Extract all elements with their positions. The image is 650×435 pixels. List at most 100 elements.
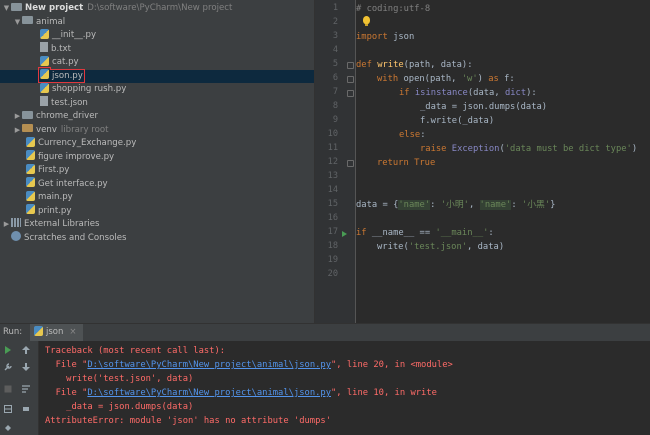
code-text: json — [387, 32, 415, 42]
soft-wrap-icon[interactable] — [22, 385, 30, 393]
code-text: f.write(_data) — [420, 116, 495, 126]
folder-icon — [11, 2, 22, 11]
python-file-icon — [26, 150, 35, 160]
code-line-7: if isinstance(data, dict): — [399, 86, 537, 100]
string: 'test.json' — [408, 242, 468, 252]
line-number: 9 — [332, 115, 338, 125]
expand-arrow-icon[interactable]: ▼ — [2, 2, 11, 16]
collapse-arrow-icon[interactable]: ▶ — [2, 218, 11, 232]
run-tab-json[interactable]: json × — [30, 324, 83, 341]
string: 'w' — [461, 74, 478, 84]
line-number: 1 — [332, 3, 338, 13]
tree-folder-chrome-driver[interactable]: ▶ chrome_driver — [0, 110, 314, 124]
function-name: write — [377, 60, 404, 70]
tree-file[interactable]: print.py — [0, 204, 314, 219]
code-text: (path, data): — [403, 60, 473, 70]
collapse-arrow-icon[interactable]: ▶ — [13, 110, 22, 124]
fold-marker-icon[interactable] — [347, 90, 354, 97]
tree-file[interactable]: Currency_Exchange.py — [0, 136, 314, 151]
tree-file[interactable]: main.py — [0, 190, 314, 205]
tree-file-selected[interactable]: json.py — [0, 68, 314, 83]
fold-marker-icon[interactable] — [347, 76, 354, 83]
root-path: D:\software\PyCharm\New project — [87, 3, 233, 13]
line-number: 15 — [327, 199, 338, 209]
string-key: 'name' — [479, 200, 512, 210]
builtin: dict — [504, 88, 527, 98]
tree-file[interactable]: shopping rush.py — [0, 82, 314, 97]
tree-file[interactable]: cat.py — [0, 55, 314, 70]
tree-item-label: __init__.py — [52, 30, 97, 40]
scroll-down-icon[interactable] — [22, 363, 30, 371]
line-number: 17 — [327, 227, 338, 237]
file-link[interactable]: D:\software\PyCharm\New project\animal\j… — [87, 388, 331, 398]
layout-icon[interactable] — [4, 405, 12, 413]
line-number: 8 — [332, 101, 338, 111]
line-number: 19 — [327, 255, 338, 265]
collapse-arrow-icon[interactable]: ▶ — [13, 124, 22, 138]
tree-item-label: First.py — [38, 165, 70, 175]
wrench-icon[interactable] — [4, 363, 12, 371]
print-icon[interactable] — [22, 405, 30, 413]
highlight-box: json.py — [38, 68, 85, 83]
code-text: : — [488, 228, 494, 238]
python-file-icon — [26, 177, 35, 187]
code-line-18: write('test.json', data) — [377, 240, 504, 254]
line-number: 4 — [332, 45, 338, 55]
tree-root[interactable]: ▼ New project D:\software\PyCharm\New proj… — [0, 2, 314, 16]
tree-folder-venv[interactable]: ▶ venv library root — [0, 124, 314, 138]
tree-item-label: animal — [36, 16, 66, 27]
folder-icon — [22, 124, 33, 132]
library-root-label: library root — [60, 124, 109, 135]
run-gutter-icon[interactable] — [342, 231, 347, 237]
tree-external-libraries[interactable]: ▶ External Libraries — [0, 218, 314, 232]
tree-file[interactable]: First.py — [0, 163, 314, 178]
python-file-icon — [40, 55, 49, 66]
keyword: if — [399, 88, 410, 98]
tree-file[interactable]: test.json — [0, 96, 314, 111]
fold-marker-icon[interactable] — [347, 160, 354, 167]
lightbulb-icon[interactable] — [363, 16, 370, 26]
string: 'data must be dict type' — [504, 144, 632, 154]
keyword: import — [356, 32, 388, 42]
string-key: 'name' — [398, 200, 431, 210]
fold-marker-icon[interactable] — [347, 62, 354, 69]
tree-item-label: print.py — [38, 205, 72, 216]
pin-icon[interactable] — [4, 425, 12, 433]
tree-item-label: Currency_Exchange.py — [38, 138, 137, 148]
expand-arrow-icon[interactable]: ▼ — [13, 16, 22, 30]
root-label: New project — [25, 3, 84, 13]
tree-file[interactable]: Get interface.py — [0, 177, 314, 192]
tree-file[interactable]: __init__.py — [0, 28, 314, 43]
run-label: Run: — [3, 327, 23, 337]
tree-scratches[interactable]: Scratches and Consoles — [0, 231, 314, 246]
code-text: ): — [526, 88, 537, 98]
line-number: 2 — [332, 17, 338, 27]
python-file-icon — [26, 163, 35, 174]
line-number: 5 — [332, 59, 338, 69]
code-line-1: # coding:utf-8 — [356, 2, 430, 16]
keyword: True — [414, 158, 436, 168]
tree-item-label: venv — [36, 124, 57, 135]
console-text: ", line 20, in <module> — [331, 360, 453, 370]
code-text: ) — [631, 144, 638, 154]
scroll-up-icon[interactable] — [22, 346, 30, 354]
close-icon[interactable]: × — [69, 327, 76, 337]
tree-file[interactable]: figure improve.py — [0, 150, 314, 165]
run-toolbar — [0, 341, 39, 435]
line-number: 20 — [327, 269, 338, 279]
line-number: 6 — [332, 73, 338, 83]
file-link[interactable]: D:\software\PyCharm\New project\animal\j… — [87, 360, 331, 370]
keyword: def — [356, 60, 372, 70]
tree-file[interactable]: b.txt — [0, 42, 314, 57]
tree-folder-animal[interactable]: ▼ animal — [0, 16, 314, 30]
tree-item-label: Scratches and Consoles — [24, 232, 127, 243]
run-console-output[interactable]: Traceback (most recent call last): File … — [39, 341, 650, 435]
tree-item-label: main.py — [38, 192, 73, 202]
code-line-15: data = {'name': '小明', 'name': '小黑'} — [356, 198, 555, 212]
stop-icon[interactable] — [4, 385, 12, 393]
code-line-3: import json — [356, 30, 414, 44]
code-editor[interactable]: # coding:utf-8 import json def write(pat… — [356, 0, 650, 323]
rerun-icon[interactable] — [4, 346, 12, 354]
comment: # coding:utf-8 — [356, 4, 431, 14]
code-line-11: raise Exception('data must be dict type'… — [420, 142, 637, 156]
